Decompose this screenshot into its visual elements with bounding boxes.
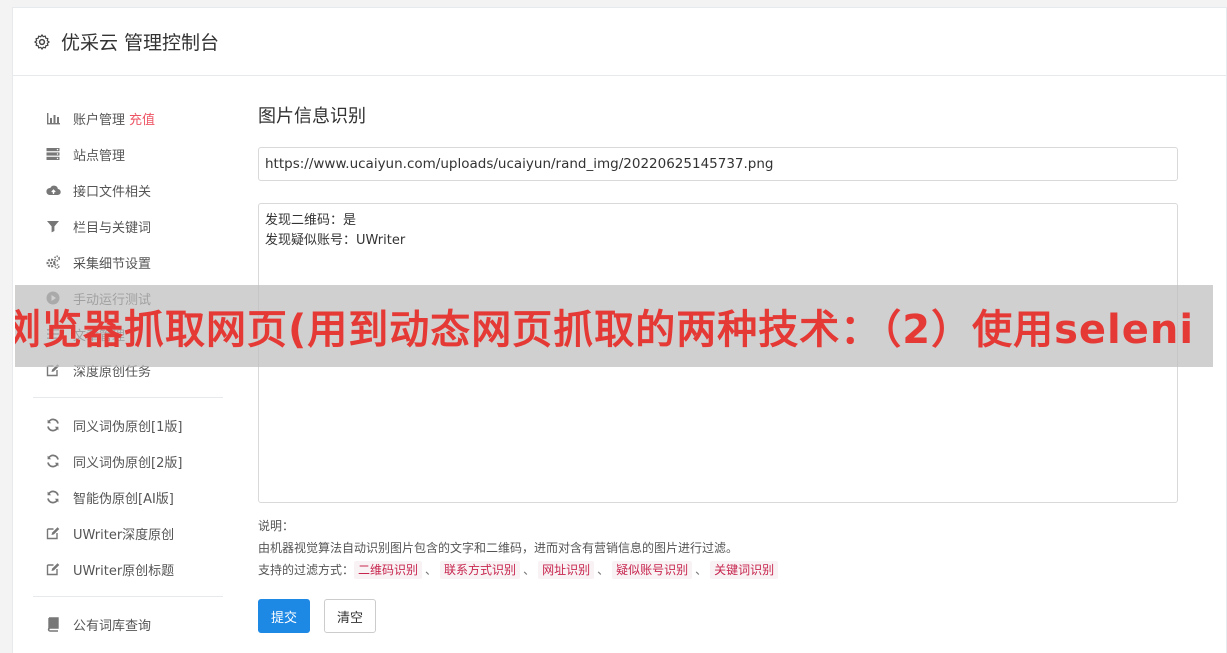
sidebar-item-label: 同义词伪原创[1版] <box>73 419 183 435</box>
sidebar-item-label: 采集细节设置 <box>73 256 152 272</box>
sidebar-item[interactable]: 站点管理 <box>33 136 223 172</box>
sidebar-item[interactable]: 公有词库查询 <box>33 606 223 642</box>
section-title: 图片信息识别 <box>258 106 366 127</box>
filter-icon <box>47 221 59 233</box>
gear-icon <box>34 33 50 50</box>
recharge-link[interactable]: 充值 <box>129 109 155 128</box>
filter-tag-qrcode: 二维码识别 <box>354 561 423 579</box>
filter-tag-keyword: 关键词识别 <box>710 561 779 579</box>
cloud-upload-icon <box>46 185 61 196</box>
submit-button[interactable]: 提交 <box>258 599 311 633</box>
clear-button[interactable]: 清空 <box>324 599 377 633</box>
edit-icon <box>46 563 60 576</box>
sidebar-item[interactable]: UWriter原创标题 <box>33 551 223 587</box>
edit-icon <box>46 527 60 540</box>
sidebar-item-label: UWriter原创标题 <box>73 563 175 579</box>
sidebar-group-dictionary: 公有词库查询 <box>33 606 223 642</box>
sidebar-item-label: 账户管理 <box>73 112 126 128</box>
sidebar-divider <box>33 397 223 398</box>
sidebar-item[interactable]: 接口文件相关 <box>33 172 223 208</box>
filter-tag-url: 网址识别 <box>538 561 595 579</box>
cogs-icon <box>46 255 61 269</box>
book-icon <box>47 617 59 632</box>
refresh-icon <box>47 418 59 432</box>
filter-separator: 、 <box>597 563 610 577</box>
filter-methods: 支持的过滤方式： 二维码识别、联系方式识别、网址识别、疑似账号识别、关键词识别 <box>258 559 1178 581</box>
sidebar-item[interactable]: 同义词伪原创[1版] <box>33 407 223 443</box>
sidebar-item-label: 接口文件相关 <box>73 184 152 200</box>
filter-separator: 、 <box>523 563 536 577</box>
sidebar-item-label: 智能伪原创[AI版] <box>73 491 174 507</box>
sidebar-item[interactable]: 同义词伪原创[2版] <box>33 443 223 479</box>
sidebar-item[interactable]: 采集细节设置 <box>33 244 223 280</box>
sidebar-item[interactable]: UWriter深度原创 <box>33 515 223 551</box>
overlay-text: 浏览器抓取网页(用到动态网页抓取的两种技术：（2）使用seleni <box>15 307 1195 353</box>
filter-tag-account: 疑似账号识别 <box>612 561 693 579</box>
filter-tag-contact: 联系方式识别 <box>440 561 521 579</box>
result-line-qrcode: 发现二维码：是 <box>265 213 357 228</box>
filter-separator: 、 <box>695 563 708 577</box>
sidebar-item[interactable]: 智能伪原创[AI版] <box>33 479 223 515</box>
title-overlay-banner: 浏览器抓取网页(用到动态网页抓取的两种技术：（2）使用seleni <box>15 285 1213 367</box>
sidebar-item[interactable]: 栏目与关键词 <box>33 208 223 244</box>
page-title: 优采云 管理控制台 <box>61 32 220 54</box>
refresh-icon <box>47 490 59 504</box>
result-line-account: 发现疑似账号：UWriter <box>265 233 406 248</box>
main-content: 图片信息识别 发现二维码：是 发现疑似账号：UWriter 说明： 由机器视觉算… <box>258 104 1178 633</box>
sidebar-item-label: 同义词伪原创[2版] <box>73 455 183 471</box>
notes: 说明： 由机器视觉算法自动识别图片包含的文字和二维码，进而对含有营销信息的图片进… <box>258 515 1178 581</box>
sidebar-item-label: 公有词库查询 <box>73 618 152 634</box>
sidebar-item-label: 站点管理 <box>73 148 126 164</box>
sidebar-item-label: 栏目与关键词 <box>73 220 152 236</box>
notes-label: 说明： <box>258 519 295 533</box>
bar-chart-icon <box>47 113 60 125</box>
sidebar-group-rewrite: 同义词伪原创[1版] 同义词伪原创[2版] 智能伪原创[AI版] UWriter深度原… <box>33 407 223 587</box>
page-header: 优采云 管理控制台 <box>13 8 1226 76</box>
sidebar: 账户管理充值站点管理接口文件相关栏目与关键词采集细节设置手动运行测试文章管理深度… <box>33 100 223 642</box>
sidebar-item-label: UWriter深度原创 <box>73 527 175 543</box>
filter-label: 支持的过滤方式： <box>258 563 355 577</box>
sidebar-divider <box>33 596 223 597</box>
server-icon <box>46 148 60 160</box>
filter-separator: 、 <box>425 563 438 577</box>
notes-description: 由机器视觉算法自动识别图片包含的文字和二维码，进而对含有营销信息的图片进行过滤。 <box>258 541 739 555</box>
action-buttons: 提交 清空 <box>258 599 1178 633</box>
refresh-icon <box>47 454 59 468</box>
image-url-input[interactable] <box>258 147 1178 181</box>
sidebar-item[interactable]: 账户管理 充值 <box>33 100 223 136</box>
